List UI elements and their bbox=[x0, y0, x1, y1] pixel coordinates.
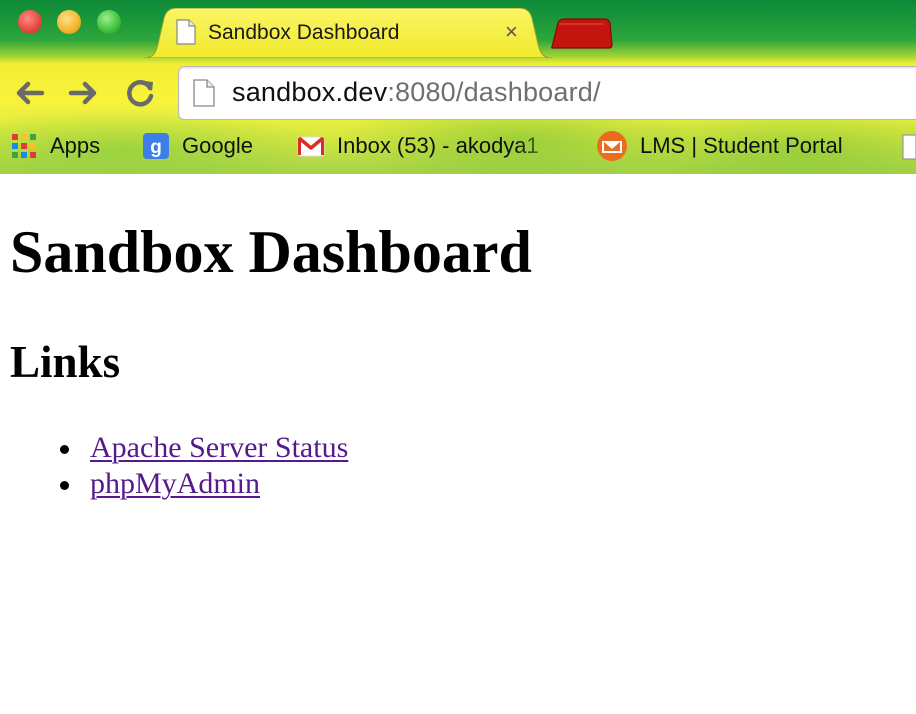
close-window-button[interactable] bbox=[18, 10, 42, 34]
bookmark-lms[interactable]: LMS | Student Portal bbox=[596, 128, 843, 164]
bookmark-overflow-page-icon[interactable] bbox=[902, 134, 916, 160]
links-list: Apache Server Status phpMyAdmin bbox=[60, 430, 348, 502]
svg-text:g: g bbox=[150, 137, 162, 158]
bullet-icon bbox=[60, 445, 69, 454]
bullet-icon bbox=[60, 481, 69, 490]
tab-close-icon[interactable]: × bbox=[505, 20, 518, 44]
list-item: phpMyAdmin bbox=[60, 466, 348, 502]
gmail-icon bbox=[297, 136, 325, 157]
bookmark-inbox[interactable]: Inbox (53) - akodya1 bbox=[297, 128, 561, 164]
bookmark-label: Inbox (53) - akodya1 bbox=[337, 133, 539, 158]
bookmark-label: Apps bbox=[50, 133, 101, 158]
address-bar[interactable]: sandbox.dev:8080/dashboard/ bbox=[178, 66, 916, 120]
tab-title: Sandbox Dashboard bbox=[208, 21, 400, 44]
apache-server-status-link[interactable]: Apache Server Status bbox=[90, 431, 348, 464]
browser-tab-active[interactable]: Sandbox Dashboard × bbox=[144, 8, 552, 58]
page-icon bbox=[176, 19, 196, 45]
links-heading: Links bbox=[10, 337, 121, 387]
zoom-window-button[interactable] bbox=[97, 10, 121, 34]
minimize-window-button[interactable] bbox=[57, 10, 81, 34]
url-text[interactable]: sandbox.dev:8080/dashboard/ bbox=[232, 77, 601, 108]
bookmark-google[interactable]: g Google bbox=[142, 128, 253, 164]
page-title: Sandbox Dashboard bbox=[10, 219, 532, 285]
list-item: Apache Server Status bbox=[60, 430, 348, 466]
phpmyadmin-link[interactable]: phpMyAdmin bbox=[90, 467, 260, 500]
back-arrow-icon[interactable] bbox=[12, 76, 46, 110]
bookmark-label: LMS | Student Portal bbox=[640, 133, 843, 158]
browser-chrome: Sandbox Dashboard × sandbox.dev:8080/das… bbox=[0, 0, 916, 174]
lms-icon bbox=[597, 131, 627, 161]
new-tab-button[interactable] bbox=[548, 17, 614, 49]
url-host: sandbox.dev bbox=[232, 77, 388, 107]
page-icon bbox=[193, 79, 215, 107]
google-icon: g bbox=[143, 133, 169, 159]
apps-grid-icon bbox=[12, 134, 36, 158]
reload-icon[interactable] bbox=[124, 76, 158, 110]
bookmark-label: Google bbox=[182, 133, 253, 158]
forward-arrow-icon[interactable] bbox=[67, 76, 101, 110]
url-path: :8080/dashboard/ bbox=[387, 77, 601, 107]
bookmark-apps[interactable]: Apps bbox=[10, 128, 100, 164]
